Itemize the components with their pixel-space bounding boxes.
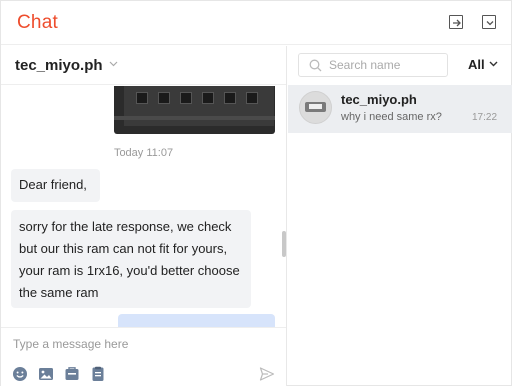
minimize-icon[interactable] [482,15,496,29]
message-bubble: sorry for the late response, we check bu… [11,210,251,308]
chat-header: Chat [1,1,511,45]
conversation-pane: tec_miyo.ph Today 11:07 Dear friend, sor… [1,46,287,386]
chevron-down-icon[interactable] [489,61,498,67]
avatar-image-detail [309,104,322,109]
app-title: Chat [17,12,58,33]
avatar [299,91,332,124]
image-icon[interactable] [38,366,54,382]
message-input[interactable] [13,337,273,351]
ram-chip [224,92,236,104]
search-box[interactable] [298,53,448,77]
order-icon[interactable] [90,366,106,382]
ram-contacts [114,116,275,120]
chat-window: Chat tec_miyo.ph Today 11:07 Dear friend… [0,0,512,386]
message-timestamp: Today 11:07 [113,147,174,159]
search-input[interactable] [329,58,444,72]
ram-chip [158,92,170,104]
conversation-name: tec_miyo.ph [341,92,417,107]
ram-chip [202,92,214,104]
conversation-list-pane: All tec_miyo.ph why i need same rx? 17:2… [288,46,512,386]
chevron-down-icon[interactable] [109,61,118,67]
conversation-preview: why i need same rx? [341,111,442,123]
expand-icon[interactable] [449,15,463,29]
ram-chip [246,92,258,104]
ram-chip [180,92,192,104]
filter-dropdown[interactable]: All [468,57,485,72]
message-composer [1,327,286,386]
ram-chip [136,92,148,104]
image-message[interactable] [114,86,275,134]
conversation-title[interactable]: tec_miyo.ph [15,57,103,74]
send-icon[interactable] [259,366,275,382]
emoji-icon[interactable] [12,366,28,382]
conversation-list-item[interactable]: tec_miyo.ph why i need same rx? 17:22 [288,85,512,133]
scrollbar[interactable] [282,231,286,257]
message-bubble: Dear friend, [11,169,100,202]
conversation-time: 17:22 [472,112,498,123]
conversation-header[interactable]: tec_miyo.ph [1,46,286,85]
search-icon [309,59,322,72]
product-icon[interactable] [64,366,80,382]
